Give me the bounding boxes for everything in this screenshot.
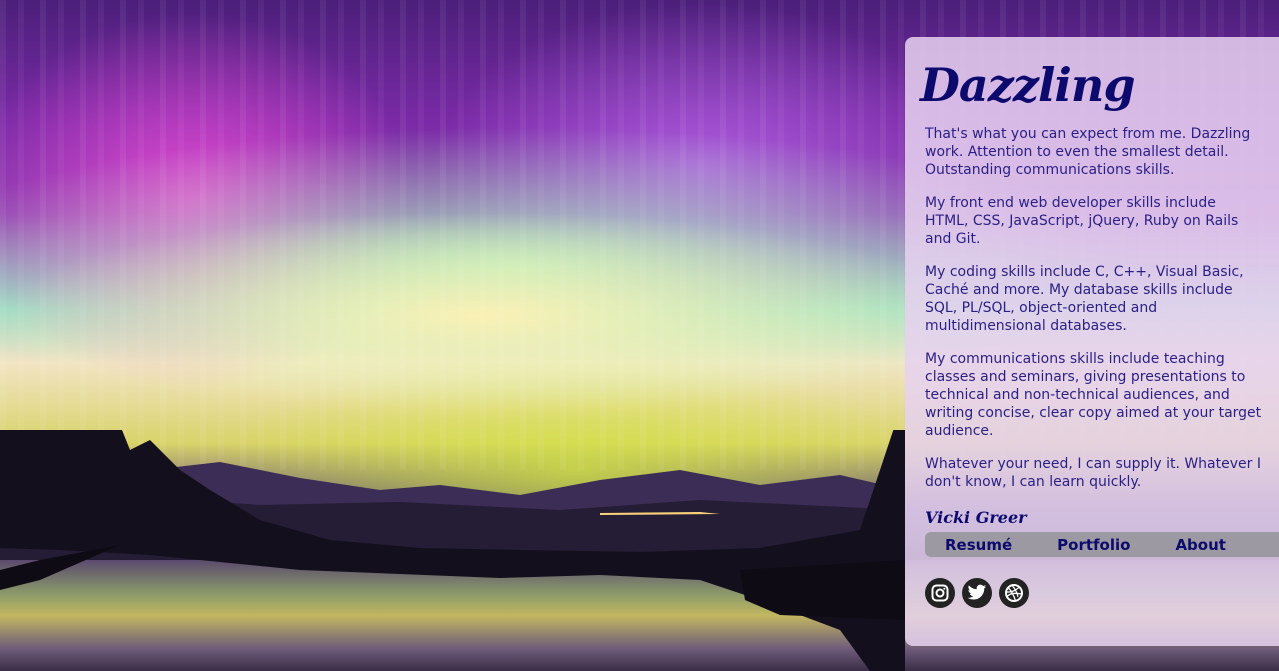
intro-paragraph-2: My front end web developer skills includ…	[925, 195, 1239, 247]
dribbble-icon[interactable]	[999, 578, 1029, 608]
author-name: Vicki Greer	[925, 508, 1027, 527]
nav-about-link[interactable]: About	[1175, 536, 1226, 554]
instagram-icon[interactable]	[925, 578, 955, 608]
intro-paragraph-3: My coding skills include C, C++, Visual …	[925, 264, 1244, 334]
intro-paragraph-4: My communications skills include teachin…	[925, 351, 1262, 439]
intro-paragraph-1: That's what you can expect from me. Dazz…	[925, 126, 1251, 178]
nav-resume-link[interactable]: Resumé	[945, 536, 1012, 554]
nav-portfolio-link[interactable]: Portfolio	[1057, 536, 1130, 554]
main-nav: Resumé Portfolio About	[925, 532, 1279, 557]
social-links	[925, 578, 1029, 608]
intro-panel: Dazzling That's what you can expect from…	[905, 37, 1279, 646]
intro-paragraph-5: Whatever your need, I can supply it. Wha…	[925, 456, 1261, 490]
twitter-icon[interactable]	[962, 578, 992, 608]
page-title: Dazzling	[920, 58, 1136, 112]
